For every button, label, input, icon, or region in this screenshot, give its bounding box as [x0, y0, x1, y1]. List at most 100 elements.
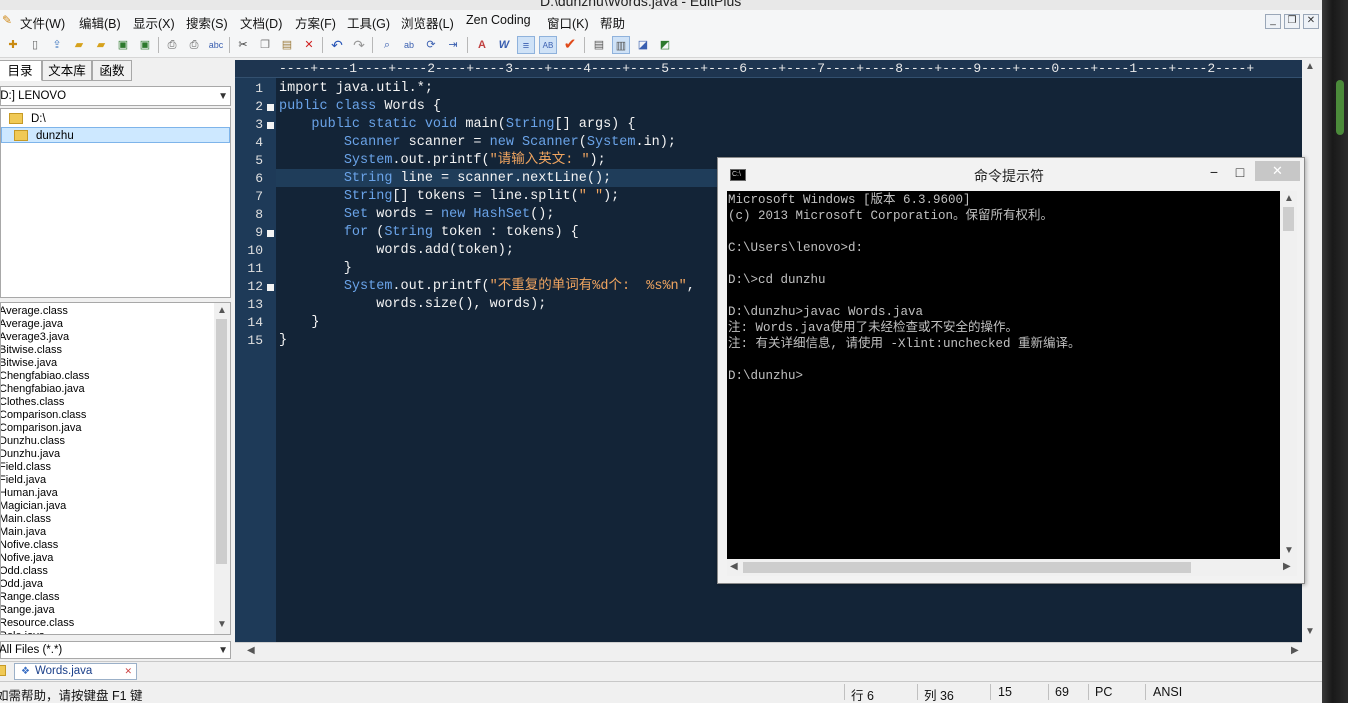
tab-words-java[interactable]: ❖ Words.java ✕ [14, 663, 137, 680]
print-preview-icon[interactable]: ▣ [136, 36, 154, 54]
screen-icon[interactable]: ◩ [656, 36, 674, 54]
scroll-down-icon[interactable]: ▼ [1305, 626, 1315, 637]
fold-marker-icon[interactable] [267, 122, 274, 129]
menu-search[interactable]: 搜索(S) [186, 13, 228, 32]
file-list-item[interactable]: Comparison.java [1, 422, 82, 435]
undo-icon[interactable]: ↶ [328, 36, 346, 54]
save-all-icon[interactable]: ▣ [114, 36, 132, 54]
cmd-title-bar[interactable]: C:\ 命令提示符 − □ ✕ [718, 158, 1304, 191]
new-file-icon[interactable]: ▯ [26, 36, 44, 54]
file-list-item[interactable]: Field.class [1, 461, 51, 474]
check-icon[interactable]: ✔ [561, 36, 579, 54]
file-list-item[interactable]: Nofive.class [1, 539, 58, 552]
file-list-item[interactable]: Main.class [1, 513, 51, 526]
panel-icon[interactable]: ▤ [590, 36, 608, 54]
font-icon[interactable]: A [473, 36, 491, 54]
close-button[interactable]: ✕ [1255, 161, 1300, 181]
cmd-vertical-scrollbar[interactable]: ▲ ▼ [1280, 191, 1297, 559]
cut-icon[interactable]: ✂ [234, 36, 252, 54]
file-list-item[interactable]: Nofive.java [1, 552, 53, 565]
menu-browser[interactable]: 浏览器(L) [401, 13, 454, 32]
file-list-item[interactable]: Comparison.class [1, 409, 86, 422]
open-icon[interactable]: ⇪ [48, 36, 66, 54]
tab-directory[interactable]: 目录 [0, 60, 42, 81]
scroll-left-icon[interactable]: ◀ [247, 645, 255, 656]
tree-item-dunzhu[interactable]: dunzhu [1, 127, 230, 143]
copy-icon[interactable]: ❐ [256, 36, 274, 54]
tab-functions[interactable]: 函数 [92, 60, 132, 81]
fold-marker-icon[interactable] [267, 104, 274, 111]
drive-select[interactable]: [D:] LENOVO ▼ [0, 86, 231, 106]
scroll-left-icon[interactable]: ◀ [730, 561, 738, 572]
menu-project[interactable]: 方案(F) [295, 13, 336, 32]
scroll-right-icon[interactable]: ▶ [1291, 645, 1299, 656]
browser-icon[interactable]: ◪ [634, 36, 652, 54]
save-icon[interactable]: ▰ [92, 36, 110, 54]
file-list-item[interactable]: Average3.java [1, 331, 69, 344]
menu-document[interactable]: 文档(D) [240, 13, 282, 32]
minimize-button[interactable]: − [1202, 162, 1226, 182]
menu-view[interactable]: 显示(X) [133, 13, 175, 32]
tree-item-drive[interactable]: D:\ [9, 111, 46, 127]
find-icon[interactable]: ⌕ [378, 36, 396, 54]
cmd-horizontal-scrollbar[interactable]: ◀ ▶ [727, 559, 1297, 576]
menu-zen-coding[interactable]: Zen Coding [466, 13, 531, 27]
menu-tools[interactable]: 工具(G) [347, 13, 390, 32]
maximize-button[interactable]: □ [1228, 162, 1252, 182]
ruler-icon[interactable]: AB [539, 36, 557, 54]
file-list-scrollbar[interactable]: ▲ ▼ [214, 303, 230, 634]
find-in-files-icon[interactable]: ⟳ [422, 36, 440, 54]
scroll-thumb[interactable] [1283, 207, 1294, 231]
editor-horizontal-scrollbar[interactable]: ◀ ▶ [235, 642, 1302, 660]
printer-icon[interactable]: ⎙ [185, 36, 203, 54]
print-icon[interactable]: ⎙ [163, 36, 181, 54]
paste-icon[interactable]: ▤ [278, 36, 296, 54]
replace-icon[interactable]: ab [400, 36, 418, 54]
file-list-item[interactable]: Bitwise.class [1, 344, 62, 357]
tab-cliptext[interactable]: 文本库 [42, 60, 92, 81]
menu-window[interactable]: 窗口(K) [547, 13, 589, 32]
menu-edit[interactable]: 编辑(B) [79, 13, 121, 32]
file-list-item[interactable]: Range.java [1, 604, 55, 617]
new-icon[interactable]: ✚ [4, 36, 22, 54]
file-list-item[interactable]: Odd.java [1, 578, 43, 591]
file-list-item[interactable]: Bitwise.java [1, 357, 57, 370]
fold-marker-icon[interactable] [267, 230, 274, 237]
file-list-item[interactable]: Main.java [1, 526, 46, 539]
file-list-item[interactable]: Dunzhu.class [1, 435, 65, 448]
goto-icon[interactable]: ⇥ [444, 36, 462, 54]
file-list-item[interactable]: Average.class [1, 305, 68, 318]
spellcheck-icon[interactable]: abc [207, 36, 225, 54]
fold-marker-icon[interactable] [267, 284, 274, 291]
file-filter-select[interactable]: All Files (*.*) ▼ [0, 641, 231, 659]
line-number-icon[interactable]: ≡ [517, 36, 535, 54]
file-list-item[interactable]: Magician.java [1, 500, 66, 513]
file-list-item[interactable]: Odd.class [1, 565, 48, 578]
open-remote-icon[interactable]: ▰ [70, 36, 88, 54]
file-list-item[interactable]: Role.java [1, 630, 45, 634]
scroll-thumb[interactable] [743, 562, 1191, 573]
menu-help[interactable]: 帮助 [600, 13, 625, 32]
file-list-item[interactable]: Field.java [1, 474, 46, 487]
mdi-minimize-button[interactable]: _ [1265, 14, 1281, 29]
file-list-item[interactable]: Resource.class [1, 617, 74, 630]
scroll-down-icon[interactable]: ▼ [1284, 545, 1294, 556]
file-list-item[interactable]: Human.java [1, 487, 58, 500]
scroll-right-icon[interactable]: ▶ [1283, 561, 1291, 572]
redo-icon[interactable]: ↷ [350, 36, 368, 54]
scroll-down-icon[interactable]: ▼ [217, 619, 227, 630]
scroll-thumb[interactable] [216, 319, 227, 564]
delete-icon[interactable]: ✕ [300, 36, 318, 54]
scroll-up-icon[interactable]: ▲ [217, 305, 227, 316]
file-list-item[interactable]: Chengfabiao.java [1, 383, 85, 396]
mdi-close-button[interactable]: ✕ [1303, 14, 1319, 29]
file-list-item[interactable]: Clothes.class [1, 396, 64, 409]
mdi-restore-button[interactable]: ❐ [1284, 14, 1300, 29]
menu-file[interactable]: 文件(W) [20, 13, 65, 32]
close-icon[interactable]: ✕ [124, 664, 132, 679]
file-list-item[interactable]: Chengfabiao.class [1, 370, 90, 383]
file-list-item[interactable]: Dunzhu.java [1, 448, 60, 461]
file-list-item[interactable]: Range.class [1, 591, 60, 604]
word-wrap-icon[interactable]: W [495, 36, 513, 54]
scroll-up-icon[interactable]: ▲ [1284, 193, 1294, 204]
